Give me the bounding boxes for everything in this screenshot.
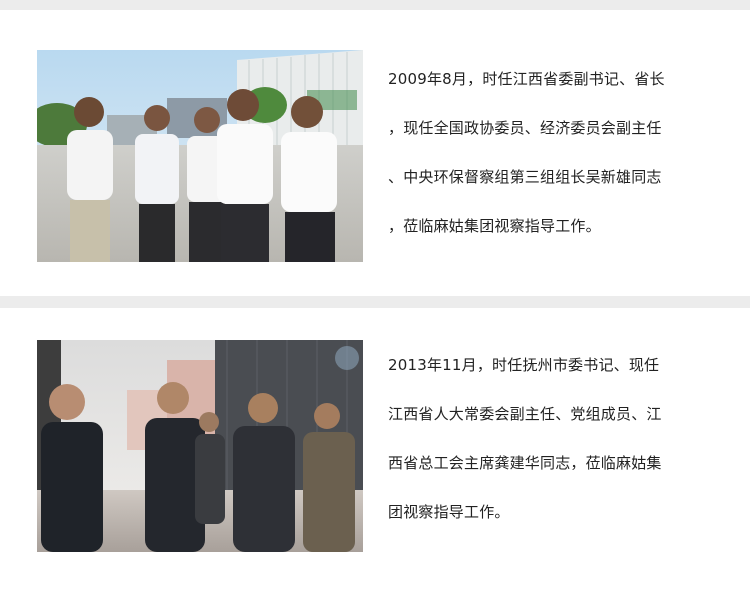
visit-photo-2013 <box>37 340 363 552</box>
caption-line: 团视察指导工作。 <box>388 503 510 521</box>
caption-line: 2013年11月，时任抚州市委书记、现任 <box>388 356 660 374</box>
visit-caption-2009: 2009年8月，时任江西省委副书记、省长 ，现任全国政协委员、经济委员会副主任 … <box>388 55 728 251</box>
caption-line: ，现任全国政协委员、经济委员会副主任 <box>388 119 662 137</box>
visit-section-2013: 2013年11月，时任抚州市委书记、现任 江西省人大常委会副主任、党组成员、江 … <box>0 308 750 592</box>
top-divider <box>0 0 750 10</box>
caption-line: 2009年8月，时任江西省委副书记、省长 <box>388 70 665 88</box>
visit-caption-2013: 2013年11月，时任抚州市委书记、现任 江西省人大常委会副主任、党组成员、江 … <box>388 341 728 537</box>
caption-line: 西省总工会主席龚建华同志，莅临麻姑集 <box>388 454 662 472</box>
section-divider <box>0 296 750 308</box>
caption-line: 江西省人大常委会副主任、党组成员、江 <box>388 405 662 423</box>
visit-photo-2009 <box>37 50 363 262</box>
caption-line: ，莅临麻姑集团视察指导工作。 <box>388 217 601 235</box>
visit-section-2009: 2009年8月，时任江西省委副书记、省长 ，现任全国政协委员、经济委员会副主任 … <box>0 10 750 296</box>
caption-line: 、中央环保督察组第三组组长吴新雄同志 <box>388 168 662 186</box>
